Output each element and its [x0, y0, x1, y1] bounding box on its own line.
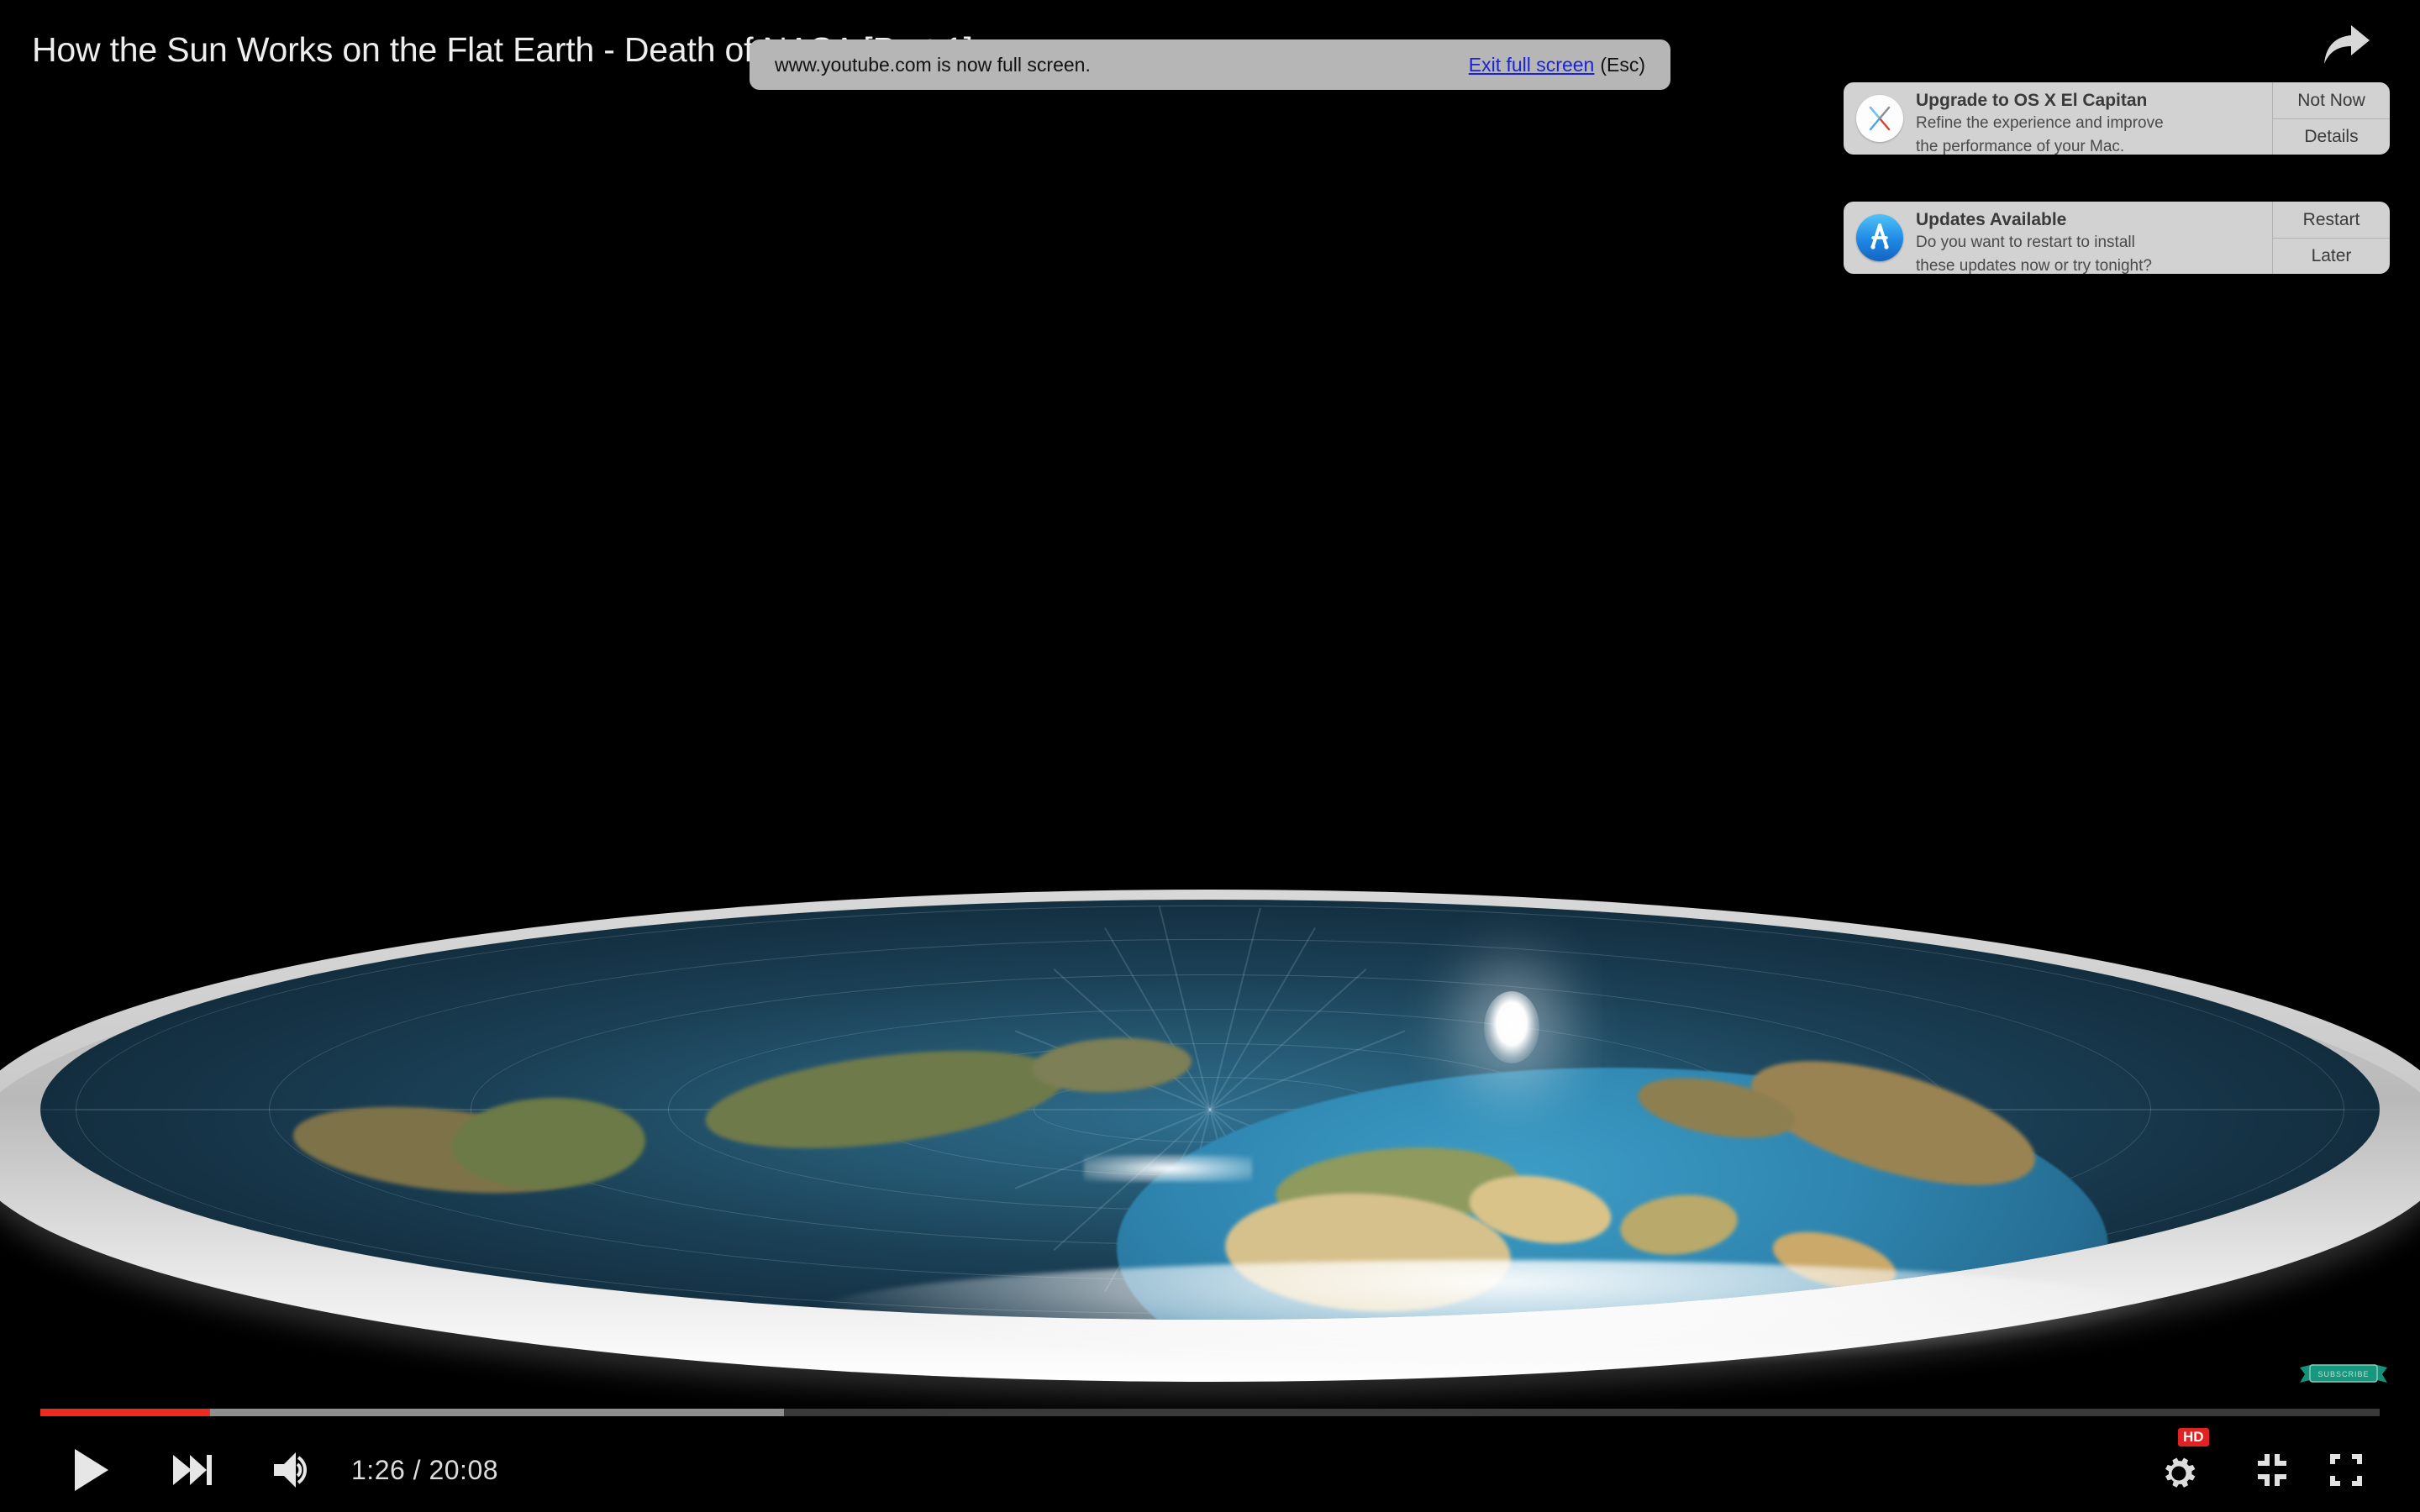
- progress-bar[interactable]: [40, 1409, 2380, 1416]
- details-button[interactable]: Details: [2273, 118, 2390, 155]
- exit-fullscreen-link[interactable]: Exit full screen: [1469, 54, 1595, 76]
- not-now-button[interactable]: Not Now: [2273, 82, 2390, 118]
- notification-updates-available[interactable]: Updates Available Do you want to restart…: [1844, 202, 2390, 274]
- notification-body-line-1: Do you want to restart to install: [1916, 234, 2135, 252]
- ice-wall-highlight: [807, 1260, 2185, 1369]
- theater-mode-button[interactable]: [2250, 1448, 2294, 1492]
- notification-buttons: Restart Later: [2272, 202, 2390, 274]
- esc-hint: (Esc): [1600, 53, 1645, 76]
- notification-upgrade-os-x[interactable]: Upgrade to OS X El Capitan Refine the ex…: [1844, 82, 2390, 155]
- fullscreen-notification-bar: www.youtube.com is now full screen. Exit…: [750, 39, 1670, 90]
- flat-earth-map-surface: [40, 900, 2380, 1320]
- notification-icon-wrap: [1844, 82, 1916, 155]
- settings-button[interactable]: HD: [2153, 1428, 2209, 1495]
- notification-title: Updates Available: [1916, 210, 2067, 229]
- app-store-icon: [1856, 214, 1903, 261]
- notification-body-line-2: these updates now or try tonight?: [1916, 256, 2152, 274]
- gear-icon: [2165, 1457, 2196, 1488]
- player-control-bar: 1:26 / 20:08 HD: [0, 1428, 2420, 1512]
- north-pole-highlight: [1084, 1155, 1252, 1182]
- notification-body-line-1: Refine the experience and improve: [1916, 114, 2164, 133]
- notification-body: Upgrade to OS X El Capitan Refine the ex…: [1916, 82, 2272, 155]
- sun-object: [1484, 991, 1539, 1063]
- notification-icon-wrap: [1844, 202, 1916, 274]
- notification-buttons: Not Now Details: [2272, 82, 2390, 155]
- progress-played: [40, 1409, 210, 1416]
- notification-body-line-2: the performance of your Mac.: [1916, 137, 2125, 155]
- play-button[interactable]: [69, 1446, 113, 1494]
- theater-mode-icon: [2258, 1454, 2286, 1486]
- volume-button[interactable]: [269, 1447, 316, 1493]
- exit-fullscreen-button[interactable]: [2324, 1448, 2368, 1492]
- notification-title: Upgrade to OS X El Capitan: [1916, 91, 2148, 110]
- fullscreen-message: www.youtube.com is now full screen.: [775, 53, 1091, 76]
- fullscreen-youtube-player: How the Sun Works on the Flat Earth - De…: [0, 0, 2420, 1512]
- restart-button[interactable]: Restart: [2273, 202, 2390, 238]
- exit-fullscreen-icon: [2330, 1454, 2362, 1486]
- os-x-el-capitan-icon: [1856, 95, 1903, 142]
- subscribe-watermark-label: SUBSCRIBE: [2317, 1370, 2369, 1378]
- notification-body: Updates Available Do you want to restart…: [1916, 202, 2272, 274]
- hd-quality-badge: HD: [2178, 1428, 2209, 1446]
- next-video-button[interactable]: [170, 1448, 217, 1492]
- subscribe-watermark[interactable]: SUBSCRIBE: [2298, 1361, 2389, 1388]
- share-icon[interactable]: [2319, 22, 2373, 69]
- later-button[interactable]: Later: [2273, 238, 2390, 274]
- time-display: 1:26 / 20:08: [351, 1454, 499, 1485]
